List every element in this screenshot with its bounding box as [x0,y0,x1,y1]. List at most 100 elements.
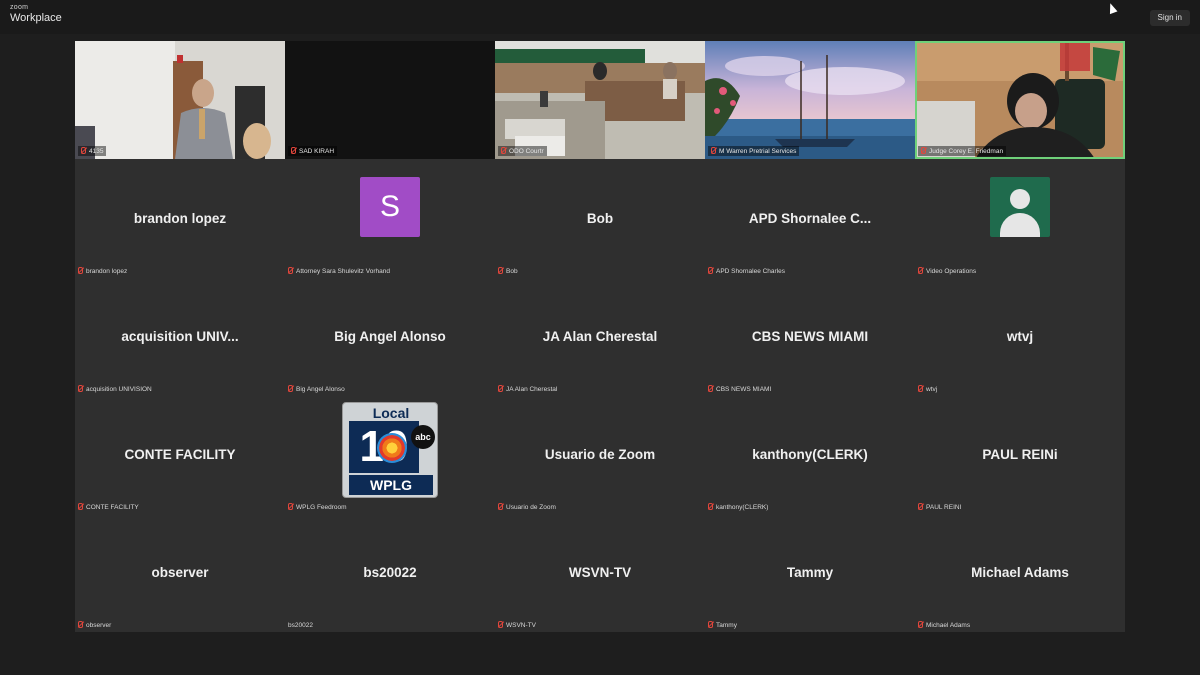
participant-tile[interactable]: Big Angel Alonso Big Angel Alonso [285,277,495,395]
participant-name: CONTE FACILITY [86,504,139,511]
participant-name: Bob [506,268,518,275]
participant-name: ODO Courtr [509,148,544,155]
muted-mic-icon [78,503,83,510]
muted-mic-icon [708,503,713,510]
participant-display-name: brandon lopez [133,210,227,226]
video-tile-active-speaker[interactable]: Judge Corey E. Friedman [915,41,1125,159]
muted-mic-icon [918,385,923,392]
muted-mic-icon [288,503,293,510]
participant-tile[interactable]: APD Shornalee C... APD Shornalee Charles [705,159,915,277]
participant-label: WSVN-TV [498,621,536,629]
logo-network: abc [411,425,435,449]
participant-tile[interactable]: Local 10 abc WPLG WPLG Feedroom [285,395,495,513]
muted-mic-icon [498,621,503,628]
avatar: S [360,177,420,237]
participant-name: Video Operations [926,268,977,275]
muted-mic-icon [78,621,83,628]
muted-mic-icon [918,267,923,274]
participant-tile[interactable]: JA Alan Cherestal JA Alan Cherestal [495,277,705,395]
participant-tile[interactable]: bs20022 bs20022 [285,513,495,631]
participant-label: 4135 [78,146,107,156]
user-icon [990,177,1050,237]
participant-name: CBS NEWS MIAMI [716,386,772,393]
muted-mic-icon [498,385,503,392]
video-tile[interactable]: SAD KIRAH [285,41,495,159]
participant-label: observer [78,621,111,629]
video-tile[interactable]: ODO Courtr [495,41,705,159]
gallery-view: 4135 SAD KIRAH ODO Courtr M Warren Pretr… [75,41,1125,632]
participant-label: CONTE FACILITY [78,503,139,511]
participant-tile[interactable]: Video Operations [915,159,1125,277]
muted-mic-icon [78,267,83,274]
sign-in-button[interactable]: Sign in [1149,10,1190,26]
participant-name: APD Shornalee Charles [716,268,786,275]
participant-label: Tammy [708,621,737,629]
participant-display-name: acquisition UNIV... [121,328,239,344]
muted-mic-icon [918,503,923,510]
video-feed-attorney [75,41,285,159]
participant-tile[interactable]: CONTE FACILITY CONTE FACILITY [75,395,285,513]
video-row: 4135 SAD KIRAH ODO Courtr M Warren Pretr… [75,41,1125,159]
muted-mic-icon [81,147,86,154]
muted-mic-icon [918,621,923,628]
participant-tile[interactable]: observer observer [75,513,285,631]
logo-local-text: Local [372,405,410,421]
participant-name: Judge Corey E. Friedman [929,148,1004,155]
participant-display-name: Usuario de Zoom [544,446,656,462]
participant-tile[interactable]: Usuario de Zoom Usuario de Zoom [495,395,705,513]
participant-tile[interactable]: PAUL REINi PAUL REINI [915,395,1125,513]
participant-name: SAD KIRAH [299,148,335,155]
brand-small: zoom [10,4,29,11]
participant-display-name: Bob [586,210,614,226]
participant-label: ODO Courtr [498,146,547,156]
participant-tile[interactable]: Michael Adams Michael Adams [915,513,1125,631]
participant-label: WPLG Feedroom [288,503,347,511]
muted-mic-icon [708,621,713,628]
muted-mic-icon [708,267,713,274]
participant-label: CBS NEWS MIAMI [708,385,771,393]
muted-mic-icon [708,385,713,392]
participant-name: WPLG Feedroom [296,504,347,511]
participant-display-name: observer [151,564,209,580]
participant-display-name: wtvj [1006,328,1034,344]
participant-name: acquisition UNIVISION [86,386,152,393]
muted-mic-icon [291,147,296,154]
participant-tile[interactable]: kanthony(CLERK) kanthony(CLERK) [705,395,915,513]
video-tile[interactable]: 4135 [75,41,285,159]
participant-name: bs20022 [288,622,313,629]
participant-display-name: kanthony(CLERK) [752,446,868,462]
video-feed-judge [915,41,1125,159]
participant-tile[interactable]: CBS NEWS MIAMI CBS NEWS MIAMI [705,277,915,395]
participant-tile[interactable]: acquisition UNIV... acquisition UNIVISIO… [75,277,285,395]
participant-tile[interactable]: brandon lopez brandon lopez [75,159,285,277]
participant-name: JA Alan Cherestal [506,386,558,393]
participant-name: Tammy [716,622,737,629]
participant-name: wtvj [926,386,938,393]
wplg-local10-logo: Local 10 abc WPLG [342,402,438,498]
participant-tile[interactable]: S Attorney Sara Shulevitz Vorhand [285,159,495,277]
participant-tile[interactable]: WSVN-TV WSVN-TV [495,513,705,631]
video-tile[interactable]: M Warren Pretrial Services [705,41,915,159]
app-brand: zoom Workplace [10,4,62,24]
muted-mic-icon [288,385,293,392]
participant-tile[interactable]: Tammy Tammy [705,513,915,631]
participant-tile[interactable]: wtvj wtvj [915,277,1125,395]
participant-label: Bob [498,267,518,275]
participant-name: observer [86,622,112,629]
participant-tile[interactable]: Bob Bob [495,159,705,277]
brand-name: Workplace [10,12,62,24]
participant-display-name: PAUL REINi [982,446,1058,462]
participant-display-name: APD Shornalee C... [748,210,872,226]
participant-label: APD Shornalee Charles [708,267,785,275]
participant-name: Attorney Sara Shulevitz Vorhand [296,268,390,275]
video-feed-courtroom [495,41,705,159]
participant-name: kanthony(CLERK) [716,504,769,511]
participant-name: brandon lopez [86,268,128,275]
muted-mic-icon [711,147,716,154]
participant-label: PAUL REINI [918,503,961,511]
participant-label: Big Angel Alonso [288,385,345,393]
participant-label: brandon lopez [78,267,127,275]
muted-mic-icon [78,385,83,392]
participant-display-name: Tammy [786,564,834,580]
mouse-cursor-icon [1106,1,1118,15]
